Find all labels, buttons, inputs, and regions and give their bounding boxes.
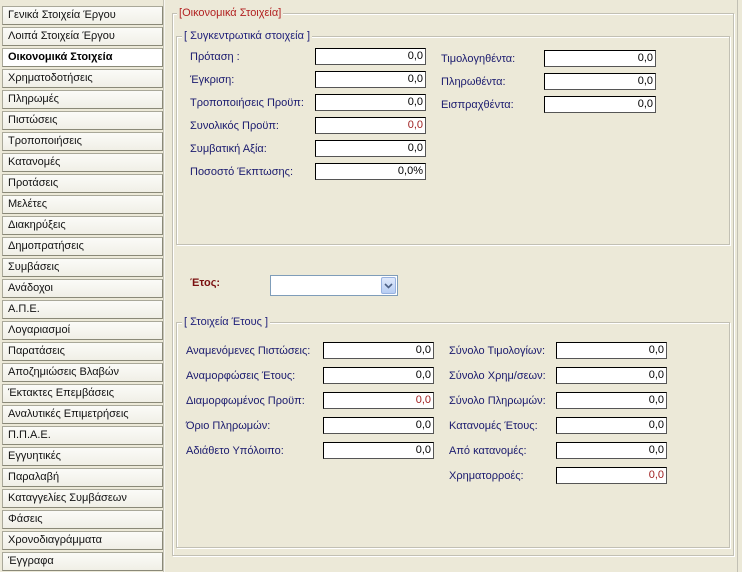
invoiced-field[interactable]: 0,0: [544, 50, 656, 67]
financial-title-text: Οικονομικά Στοιχεία: [182, 7, 279, 19]
from-allocations-label: Από κατανομές:: [449, 445, 527, 457]
sidebar-item-proposals[interactable]: Προτάσεις: [2, 174, 163, 193]
sidebar-item-extensions[interactable]: Παρατάσεις: [2, 342, 163, 361]
year-allocations-label: Κατανομές Έτους:: [449, 420, 538, 432]
total-budget-field[interactable]: 0,0: [315, 117, 426, 134]
adjusted-budget-field[interactable]: 0,0: [323, 392, 434, 409]
from-allocations-field[interactable]: 0,0: [556, 442, 667, 459]
proposal-label: Πρόταση :: [190, 51, 240, 63]
payment-limit-field[interactable]: 0,0: [323, 417, 434, 434]
year-adjustments-field[interactable]: 0,0: [323, 367, 434, 384]
sidebar-item-financial[interactable]: Οικονομικά Στοιχεία: [2, 48, 163, 67]
financial-group-title: [Οικονομικά Στοιχεία]: [177, 7, 284, 19]
paid-field[interactable]: 0,0: [544, 73, 656, 90]
sidebar-item-measurements[interactable]: Αναλυτικές Επιμετρήσεις: [2, 405, 163, 424]
sidebar-item-credits[interactable]: Πιστώσεις: [2, 111, 163, 130]
year-dropdown-button[interactable]: [381, 277, 396, 294]
sidebar-item-terminations[interactable]: Καταγγελίες Συμβάσεων: [2, 489, 163, 508]
total-fundings-label: Σύνολο Χρημ/σεων:: [449, 370, 546, 382]
summary-group: [176, 36, 730, 245]
sidebar-item-contracts[interactable]: Συμβάσεις: [2, 258, 163, 277]
discount-percent-field[interactable]: 0,0%: [315, 163, 426, 180]
contract-value-label: Συμβατική Αξία:: [190, 143, 267, 155]
sidebar-item-allocations[interactable]: Κατανομές: [2, 153, 163, 172]
invoiced-label: Τιμολογηθέντα:: [441, 53, 516, 65]
year-select[interactable]: [270, 275, 398, 296]
contract-value-field[interactable]: 0,0: [315, 140, 426, 157]
unallocated-balance-field[interactable]: 0,0: [323, 442, 434, 459]
sidebar-item-accounts[interactable]: Λογαριασμοί: [2, 321, 163, 340]
total-invoices-field[interactable]: 0,0: [556, 342, 667, 359]
year-label: Έτος:: [190, 277, 221, 289]
sidebar-item-ape[interactable]: Α.Π.Ε.: [2, 300, 163, 319]
budget-amendments-label: Τροποποιήσεις Προϋπ:: [190, 97, 304, 109]
total-fundings-field[interactable]: 0,0: [556, 367, 667, 384]
collected-field[interactable]: 0,0: [544, 96, 656, 113]
adjusted-budget-label: Διαμορφωμένος Προϋπ:: [186, 395, 305, 407]
proposal-field[interactable]: 0,0: [315, 48, 426, 65]
sidebar-item-guarantees[interactable]: Εγγυητικές: [2, 447, 163, 466]
sidebar-item-general[interactable]: Γενικά Στοιχεία Έργου: [2, 6, 163, 25]
expected-credits-field[interactable]: 0,0: [323, 342, 434, 359]
sidebar-item-receipt[interactable]: Παραλαβή: [2, 468, 163, 487]
cash-flows-field[interactable]: 0,0: [556, 467, 667, 484]
sidebar-item-amendments[interactable]: Τροποποιήσεις: [2, 132, 163, 151]
total-invoices-label: Σύνολο Τιμολογίων:: [449, 345, 546, 357]
approval-label: Έγκριση:: [190, 74, 235, 86]
expected-credits-label: Αναμενόμενες Πιστώσεις:: [186, 345, 311, 357]
cash-flows-label: Χρηματορροές:: [449, 470, 524, 482]
sidebar-item-other[interactable]: Λοιπά Στοιχεία Έργου: [2, 27, 163, 46]
collected-label: Εισπραχθέντα:: [441, 99, 514, 111]
sidebar-item-studies[interactable]: Μελέτες: [2, 195, 163, 214]
sidebar-item-ppae[interactable]: Π.Π.Α.Ε.: [2, 426, 163, 445]
budget-amendments-field[interactable]: 0,0: [315, 94, 426, 111]
sidebar-item-schedules[interactable]: Χρονοδιαγράμματα: [2, 531, 163, 550]
unallocated-balance-label: Αδιάθετο Υπόλοιπο:: [186, 445, 284, 457]
approval-field[interactable]: 0,0: [315, 71, 426, 88]
discount-percent-label: Ποσοστό Έκπτωσης:: [190, 166, 294, 178]
sidebar-nav: Γενικά Στοιχεία Έργου Λοιπά Στοιχεία Έργ…: [0, 0, 164, 572]
sidebar-item-emergency[interactable]: Έκτακτες Επεμβάσεις: [2, 384, 163, 403]
chevron-down-icon: [384, 282, 393, 289]
sidebar-divider: [163, 0, 165, 572]
total-payments-label: Σύνολο Πληρωμών:: [449, 395, 546, 407]
total-budget-label: Συνολικός Προϋπ:: [190, 120, 279, 132]
payment-limit-label: Όριο Πληρωμών:: [186, 420, 271, 432]
sidebar-item-contractors[interactable]: Ανάδοχοι: [2, 279, 163, 298]
year-allocations-field[interactable]: 0,0: [556, 417, 667, 434]
window-right-border: [737, 0, 742, 572]
summary-group-title: [ Συγκεντρωτικά στοιχεία ]: [182, 30, 313, 42]
sidebar-item-auctions[interactable]: Δημοπρατήσεις: [2, 237, 163, 256]
sidebar-item-damage-compensation[interactable]: Αποζημιώσεις Βλαβών: [2, 363, 163, 382]
sidebar-item-fundings[interactable]: Χρηματοδοτήσεις: [2, 69, 163, 88]
sidebar-item-payments[interactable]: Πληρωμές: [2, 90, 163, 109]
sidebar-item-documents[interactable]: Έγγραφα: [2, 552, 163, 571]
sidebar-item-phases[interactable]: Φάσεις: [2, 510, 163, 529]
year-adjustments-label: Αναμορφώσεις Έτους:: [186, 370, 296, 382]
sidebar-item-declarations[interactable]: Διακηρύξεις: [2, 216, 163, 235]
year-details-group-title: [ Στοιχεία Έτους ]: [182, 316, 271, 328]
paid-label: Πληρωθέντα:: [441, 76, 506, 88]
total-payments-field[interactable]: 0,0: [556, 392, 667, 409]
